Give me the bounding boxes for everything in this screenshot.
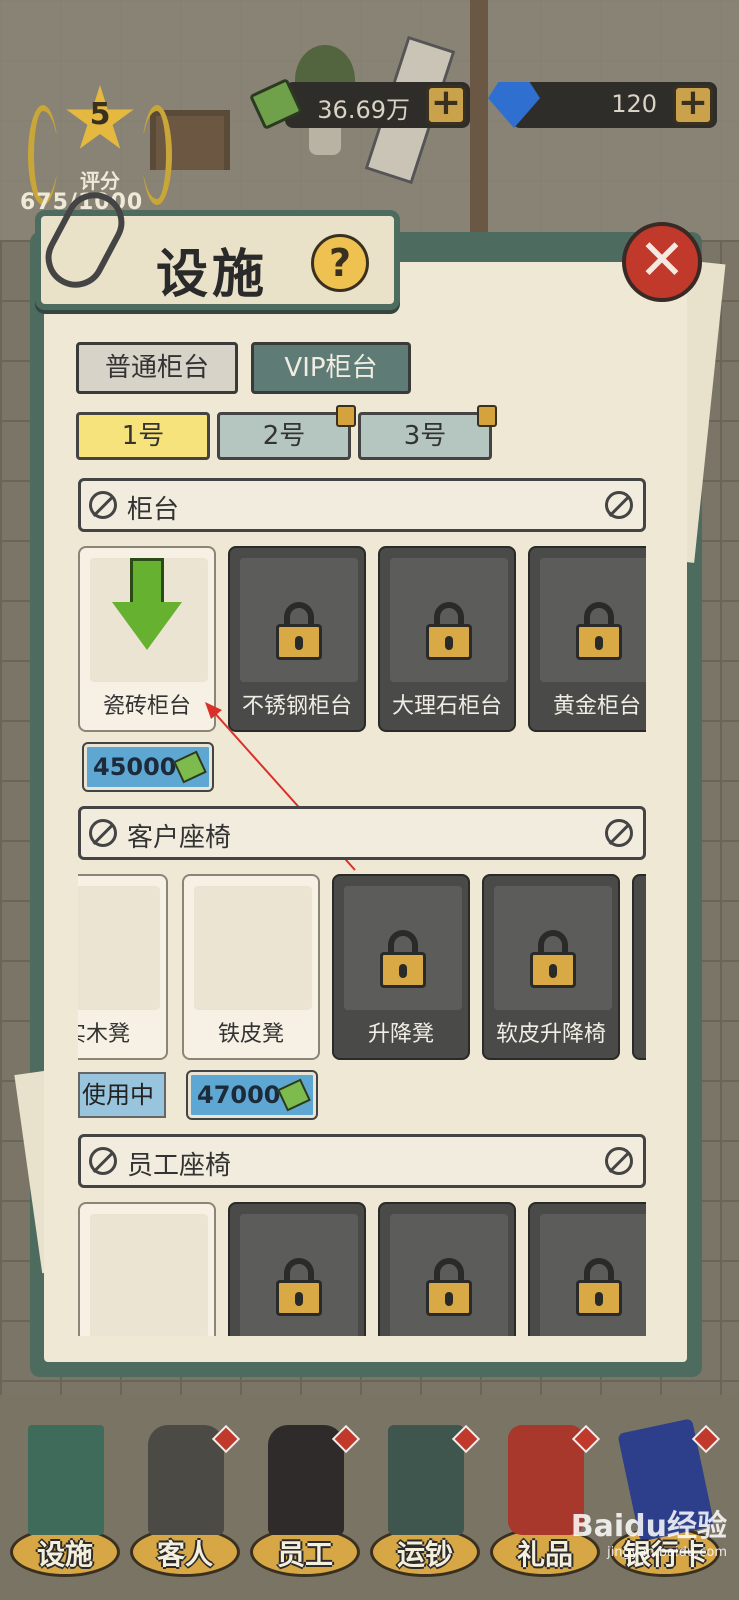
item-card-leather-lift-chair[interactable]: 软皮升降椅	[482, 874, 620, 1060]
baidu-watermark: Baidu经验 jingyan.baidu.com	[571, 1501, 727, 1560]
item-card-iron-stool[interactable]: 铁皮凳	[182, 874, 320, 1060]
bottom-nav: 设施 客人 员工 运钞 礼品 银行卡 Baidu经验 jingyan.baidu…	[0, 1395, 739, 1600]
staff-seat-row	[78, 1202, 646, 1336]
nav-label: 员工	[276, 1538, 333, 1571]
lock-icon	[530, 930, 576, 988]
lock-icon	[276, 1258, 322, 1316]
section-title: 客户座椅	[127, 823, 232, 853]
item-card-staff-chair-4[interactable]	[528, 1202, 646, 1336]
watermark-url: jingyan.baidu.com	[607, 1545, 727, 1560]
price-value: 47000	[197, 1081, 281, 1109]
item-card-next[interactable]	[632, 874, 646, 1060]
item-card-wood-stool[interactable]: 实木凳	[78, 874, 168, 1060]
item-card-staff-chair-1[interactable]	[78, 1202, 216, 1336]
customer-icon	[148, 1425, 224, 1535]
lock-icon	[426, 1258, 472, 1316]
section-header-customer-seat[interactable]: 客户座椅	[78, 806, 646, 860]
item-card-staff-chair-2[interactable]	[228, 1202, 366, 1336]
nav-label: 客人	[156, 1538, 213, 1571]
lock-icon	[576, 1258, 622, 1316]
atm-icon	[28, 1425, 104, 1535]
section-header-staff-seat[interactable]: 员工座椅	[78, 1134, 646, 1188]
in-use-label: 使用中	[82, 1081, 154, 1109]
ban-icon	[89, 819, 117, 847]
staff-chair-image	[90, 1214, 208, 1336]
close-button[interactable]: ✕	[622, 222, 702, 302]
item-name: 升降凳	[367, 1022, 434, 1047]
section-title: 员工座椅	[127, 1151, 232, 1181]
buy-price-button[interactable]: 47000	[186, 1070, 318, 1120]
ban-icon[interactable]	[605, 1147, 633, 1175]
nav-customers[interactable]: 客人	[126, 1415, 244, 1585]
item-name: 软皮升降椅	[495, 1022, 606, 1047]
nav-label: 运钞	[396, 1538, 453, 1571]
cash-icon	[277, 1078, 311, 1112]
nav-label: 设施	[36, 1538, 93, 1571]
item-card-staff-chair-3[interactable]	[378, 1202, 516, 1336]
nav-cash-transport[interactable]: 运钞	[366, 1415, 484, 1585]
truck-icon	[388, 1425, 464, 1535]
wood-stool-image	[78, 886, 160, 1010]
item-card-lift-stool[interactable]: 升降凳	[332, 874, 470, 1060]
ban-icon	[89, 1147, 117, 1175]
lock-icon	[380, 930, 426, 988]
iron-stool-image	[194, 886, 312, 1010]
nav-staff[interactable]: 员工	[246, 1415, 364, 1585]
ban-icon[interactable]	[605, 819, 633, 847]
nav-facility[interactable]: 设施	[6, 1415, 124, 1585]
help-button[interactable]: ?	[311, 234, 369, 292]
customer-seat-row: 实木凳 铁皮凳 升降凳 软皮升降椅	[78, 874, 646, 1064]
watermark-brand: Baidu经验	[570, 1509, 727, 1544]
dialog-title: 设施	[156, 245, 269, 305]
in-use-badge: 使用中	[78, 1072, 166, 1118]
staff-icon	[268, 1425, 344, 1535]
item-name: 实木凳	[78, 1022, 130, 1047]
item-name: 铁皮凳	[217, 1022, 284, 1047]
